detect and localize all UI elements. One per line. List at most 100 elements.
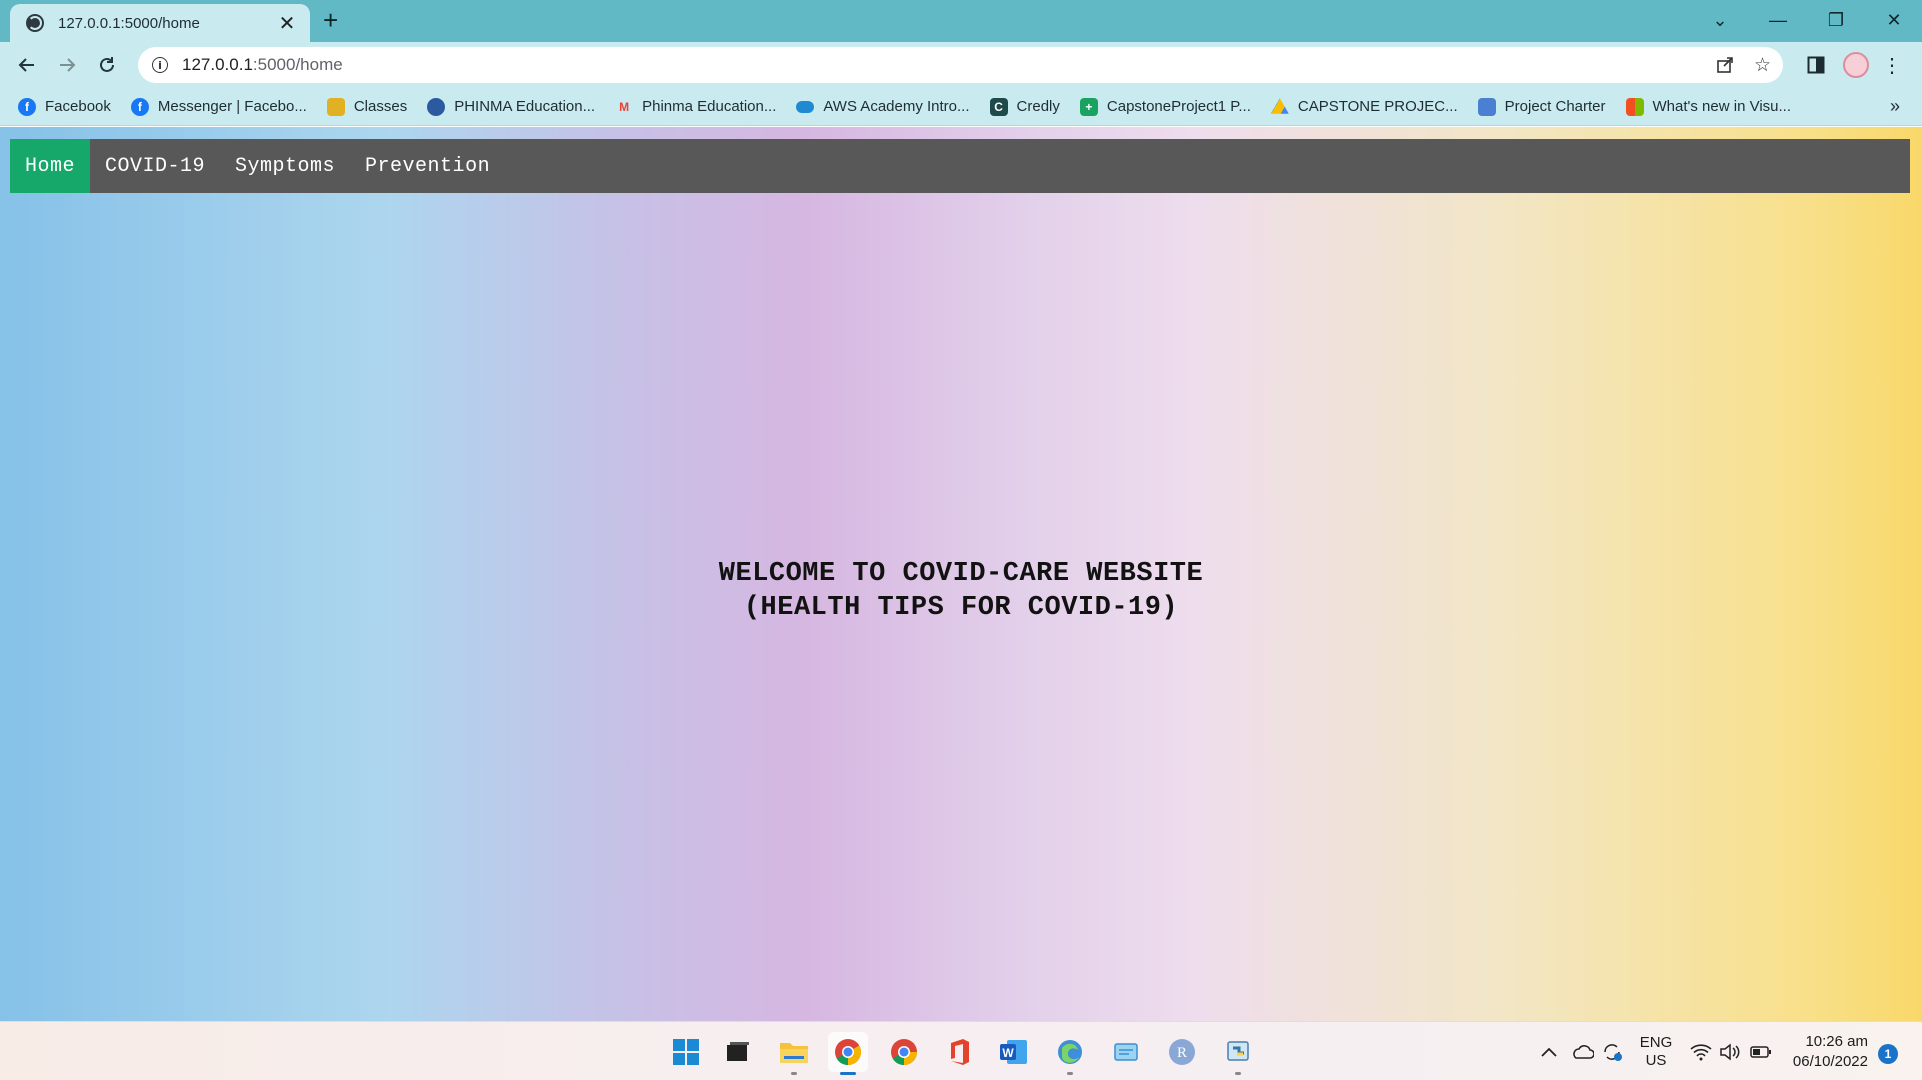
bookmark-label: CapstoneProject1 P...: [1106, 98, 1251, 115]
tab-title: 127.0.0.1:5000/home: [58, 14, 200, 32]
bookmark-item[interactable]: AWS Academy Intro...: [796, 98, 970, 115]
windows-icon: [673, 1039, 699, 1065]
chrome-profile-button[interactable]: [884, 1032, 924, 1072]
cloud-icon: [796, 100, 815, 113]
sheets-icon: +: [1079, 97, 1098, 116]
address-bar[interactable]: i 127.0.0.1:5000/home ☆: [138, 47, 1783, 83]
bookmark-item[interactable]: What's new in Visu...: [1625, 97, 1791, 116]
language-indicator[interactable]: ENG US: [1638, 1022, 1674, 1080]
restore-button[interactable]: ❐: [1808, 0, 1864, 40]
battery-icon[interactable]: [1750, 1022, 1772, 1080]
credly-icon: C: [989, 97, 1008, 116]
bookmark-item[interactable]: + CapstoneProject1 P...: [1079, 97, 1251, 116]
bookmark-label: AWS Academy Intro...: [823, 98, 970, 115]
bookmark-label: CAPSTONE PROJEC...: [1297, 98, 1458, 115]
minimize-button[interactable]: —: [1750, 0, 1806, 40]
reload-button[interactable]: [92, 50, 122, 80]
site-navbar: Home COVID-19 Symptoms Prevention: [10, 139, 1910, 193]
running-indicator: [1235, 1072, 1241, 1075]
bookmarks-bar: f Facebook f Messenger | Facebo... Classes…: [0, 88, 1922, 126]
browser-menu-icon[interactable]: ⋮: [1880, 52, 1904, 78]
page-content: Home COVID-19 Symptoms Prevention WELCOM…: [0, 127, 1922, 1021]
subtitle-line: (HEALTH TIPS FOR COVID-19): [743, 593, 1179, 623]
chrome-icon: [835, 1039, 862, 1066]
app-button[interactable]: [1106, 1032, 1146, 1072]
forward-button[interactable]: [52, 50, 82, 80]
window-app-icon: [1114, 1043, 1138, 1061]
bookmark-label: Credly: [1016, 98, 1060, 115]
tab-search-icon[interactable]: ⌄: [1692, 0, 1748, 40]
office-icon: [951, 1039, 969, 1065]
bookmark-item[interactable]: Classes: [326, 97, 407, 116]
r-app-icon: R: [1169, 1039, 1195, 1065]
running-indicator: [840, 1072, 856, 1075]
back-button[interactable]: [12, 50, 42, 80]
running-indicator: [791, 1072, 797, 1075]
chrome-button[interactable]: [828, 1032, 868, 1075]
url-host: 127.0.0.1: [182, 55, 253, 74]
running-indicator: [1067, 1072, 1073, 1075]
facebook-icon: f: [18, 97, 36, 116]
site-info-icon[interactable]: i: [152, 57, 168, 73]
welcome-line: WELCOME TO COVID-CARE WEBSITE: [718, 559, 1204, 589]
chevron-up-icon: [1541, 1047, 1557, 1057]
facebook-icon: f: [130, 97, 149, 116]
globe-icon: [427, 97, 446, 116]
task-view-button[interactable]: [718, 1032, 758, 1072]
bookmark-label: Messenger | Facebo...: [157, 98, 307, 115]
contacts-icon: [1477, 97, 1496, 116]
start-button[interactable]: [666, 1032, 706, 1072]
show-hidden-icons[interactable]: [1540, 1022, 1558, 1080]
bookmark-item[interactable]: Project Charter: [1477, 97, 1606, 116]
clock-time: 10:26 am: [1805, 1033, 1868, 1050]
browser-toolbar: i 127.0.0.1:5000/home ☆ ⋮: [0, 42, 1922, 88]
nav-prevention[interactable]: Prevention: [350, 139, 505, 193]
avatar: [1843, 52, 1869, 78]
nav-symptoms[interactable]: Symptoms: [220, 139, 350, 193]
bookmark-star-icon[interactable]: ☆: [1754, 47, 1771, 83]
profile-avatar[interactable]: [1842, 52, 1870, 78]
address-url[interactable]: 127.0.0.1:5000/home: [182, 55, 343, 75]
microsoft-icon: [1625, 97, 1644, 116]
bookmark-item[interactable]: f Facebook: [18, 97, 111, 116]
wifi-icon[interactable]: [1690, 1022, 1712, 1080]
bookmark-item[interactable]: PHINMA Education...: [427, 97, 596, 116]
notification-badge[interactable]: 1: [1878, 1044, 1898, 1064]
new-tab-button[interactable]: +: [323, 7, 338, 33]
close-window-button[interactable]: ✕: [1866, 0, 1922, 40]
bookmark-item[interactable]: M Phinma Education...: [615, 98, 776, 116]
browser-tab[interactable]: 127.0.0.1:5000/home ✕: [10, 4, 310, 42]
side-panel-icon[interactable]: [1802, 52, 1830, 78]
file-explorer-button[interactable]: [774, 1032, 814, 1075]
close-tab-icon[interactable]: ✕: [276, 11, 298, 36]
word-button[interactable]: W: [994, 1032, 1034, 1072]
python-button[interactable]: [1218, 1032, 1258, 1075]
more-bookmarks-icon[interactable]: »: [1890, 96, 1900, 117]
arrow-left-icon: [18, 58, 34, 72]
onedrive-icon[interactable]: [1570, 1022, 1594, 1080]
svg-text:R: R: [1177, 1045, 1187, 1061]
bookmark-item[interactable]: CAPSTONE PROJEC...: [1270, 98, 1458, 116]
share-icon[interactable]: [1715, 47, 1735, 83]
browser-globe-icon: [1058, 1040, 1082, 1064]
welcome-heading: WELCOME TO COVID-CARE WEBSITE (HEALTH TI…: [0, 557, 1922, 625]
url-path: :5000/home: [252, 55, 343, 74]
system-clock[interactable]: 10:26 am 06/10/2022: [1793, 1032, 1868, 1072]
volume-icon[interactable]: [1719, 1022, 1741, 1080]
clock-date: 06/10/2022: [1792, 1053, 1868, 1070]
folder-icon: [780, 1043, 808, 1063]
bookmark-label: PHINMA Education...: [454, 98, 596, 115]
sync-icon[interactable]: [1601, 1022, 1623, 1080]
office-button[interactable]: [940, 1032, 980, 1072]
edge-button[interactable]: [1050, 1032, 1090, 1075]
r-button[interactable]: R: [1162, 1032, 1202, 1072]
nav-home[interactable]: Home: [10, 139, 91, 193]
region-code: US: [1645, 1051, 1667, 1069]
nav-covid-19[interactable]: COVID-19: [90, 139, 220, 193]
bookmark-item[interactable]: f Messenger | Facebo...: [130, 97, 307, 116]
bookmark-item[interactable]: C Credly: [989, 97, 1060, 116]
browser-tabstrip: 127.0.0.1:5000/home ✕ + ⌄ — ❐ ✕: [0, 0, 1922, 42]
task-view-icon: [727, 1042, 749, 1061]
bookmark-label: Phinma Education...: [642, 98, 777, 115]
svg-text:W: W: [1002, 1046, 1014, 1060]
